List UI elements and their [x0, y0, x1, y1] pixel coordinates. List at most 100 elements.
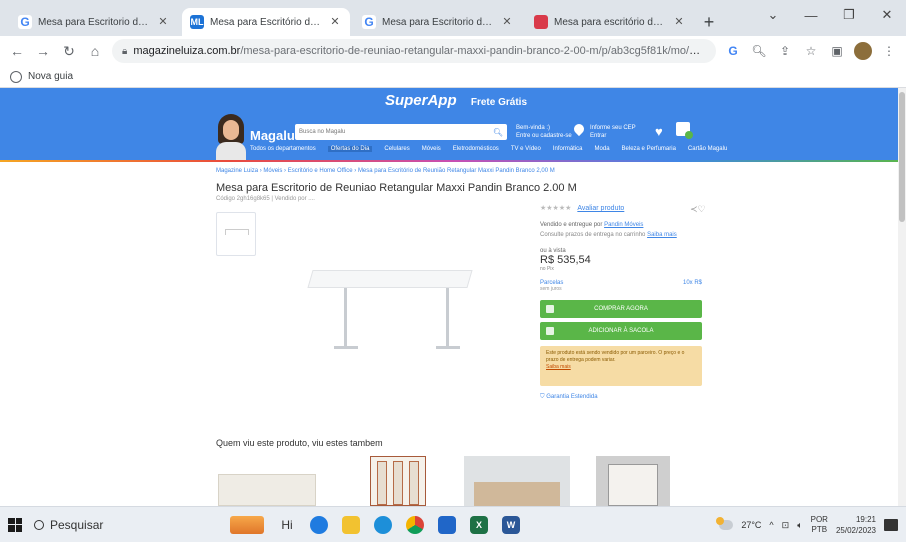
price: R$ 535,54: [540, 254, 591, 266]
close-icon[interactable]: ✕: [672, 15, 686, 29]
notice-link[interactable]: Saiba mais: [546, 364, 696, 371]
product-image[interactable]: [296, 258, 486, 368]
recommended-product[interactable]: [596, 456, 670, 506]
superapp-label: SuperApp: [384, 92, 457, 109]
volume-icon[interactable]: 🔈︎: [797, 520, 802, 531]
category-item[interactable]: Moda: [595, 146, 610, 152]
windows-start-icon[interactable]: [8, 517, 22, 532]
back-icon[interactable]: ←: [8, 42, 26, 60]
chevron-up-icon[interactable]: ^: [769, 520, 773, 530]
heart-icon[interactable]: ♥: [655, 124, 663, 139]
bookmark-star-icon[interactable]: ☆: [802, 42, 820, 60]
close-icon[interactable]: ✕: [156, 15, 170, 29]
maximize-icon[interactable]: ❐: [830, 0, 868, 30]
category-item[interactable]: Ofertas do Dia: [327, 146, 373, 152]
network-icon[interactable]: ⊡: [782, 520, 790, 531]
breadcrumb[interactable]: Magazine Luiza › Móveis › Escritório e H…: [216, 168, 555, 174]
pix-note: no Pix: [540, 266, 554, 272]
brand-stripe: [0, 160, 906, 162]
seller-link[interactable]: Pandin Móveis: [604, 222, 643, 228]
new-tab-button[interactable]: +: [698, 8, 720, 36]
cep-link[interactable]: Informe seu CEP Entrar: [590, 124, 636, 140]
search-input[interactable]: Busca no Magalu 🔍︎: [295, 124, 507, 140]
file-explorer-icon[interactable]: [342, 515, 360, 534]
store-icon[interactable]: [438, 515, 456, 534]
zoom-icon[interactable]: 🔍︎: [750, 42, 768, 60]
people-widget-icon[interactable]: [230, 515, 264, 534]
frete-gratis-label: Frete Grátis: [470, 97, 528, 108]
add-to-bag-button[interactable]: ADICIONAR À SACOLA: [540, 322, 702, 340]
delivery-info: Consulte prazos de entrega no carrinho S…: [540, 232, 677, 238]
magalu-icon: ML: [190, 15, 204, 29]
profile-avatar[interactable]: [854, 42, 872, 60]
menu-icon[interactable]: ⋮: [880, 42, 898, 60]
tab-title: Mesa para escritório de reuniã: [554, 16, 666, 28]
delivery-link[interactable]: Saiba mais: [647, 232, 677, 238]
category-item[interactable]: Móveis: [422, 146, 441, 152]
category-item[interactable]: TV e Vídeo: [511, 146, 541, 152]
chrome-icon[interactable]: [406, 515, 424, 534]
browser-tab-active[interactable]: ML Mesa para Escritório de Reunião ✕: [182, 8, 350, 36]
share-icon[interactable]: ⇪: [776, 42, 794, 60]
recommended-product[interactable]: [464, 456, 570, 506]
bag-icon: [546, 327, 554, 335]
site-header: SuperApp Frete Grátis Magalu Busca no Ma…: [0, 88, 906, 160]
weather-temp[interactable]: 27°C: [741, 520, 761, 530]
category-item[interactable]: Informática: [553, 146, 583, 152]
recommended-product[interactable]: [218, 456, 316, 506]
account-link[interactable]: Bem-vinda :) Entre ou cadastre-se: [516, 124, 572, 140]
category-item[interactable]: Celulares: [384, 146, 409, 152]
close-icon[interactable]: ✕: [500, 15, 514, 29]
tab-title: Mesa para Escritório de Reunião: [210, 16, 322, 28]
close-icon[interactable]: ✕: [328, 15, 342, 29]
seller-notice: Este produto está sendo vendido por um p…: [540, 346, 702, 386]
installments[interactable]: Parcelas sem juros 10x R$: [540, 280, 702, 292]
category-nav: Todos os departamentos Ofertas do Dia Ce…: [250, 146, 727, 152]
clock[interactable]: 19:21 25/02/2023: [836, 514, 876, 536]
weather-icon[interactable]: [716, 517, 734, 530]
buy-box: ★★★★★ Avaliar produto ≺♡ Vendido e entre…: [540, 204, 706, 401]
reviews-link[interactable]: Avaliar produto: [577, 205, 624, 212]
google-lens-icon[interactable]: G: [724, 42, 742, 60]
magalu-logo[interactable]: Magalu: [250, 128, 295, 143]
recommended-product[interactable]: [370, 456, 426, 506]
browser-tab[interactable]: G Mesa para Escritorio de Reuniao ✕: [10, 8, 178, 36]
language-indicator[interactable]: POR PTB: [811, 515, 828, 535]
app-icon[interactable]: [310, 515, 328, 534]
category-item[interactable]: Cartão Magalu: [688, 146, 727, 152]
excel-icon[interactable]: X: [470, 515, 488, 534]
url-bar[interactable]: 🔒︎ magazineluiza.com.br/mesa-para-escrit…: [112, 39, 716, 63]
url-text: magazineluiza.com.br/mesa-para-escritori…: [133, 45, 706, 57]
guarantee-link[interactable]: ⛉ Garantia Estendida: [540, 394, 702, 401]
promo-banner[interactable]: SuperApp Frete Grátis: [0, 92, 906, 109]
category-item[interactable]: Todos os departamentos: [250, 146, 316, 152]
reload-icon[interactable]: ↻: [60, 42, 78, 60]
shopping-bag-icon[interactable]: [676, 122, 693, 139]
sidepanel-icon[interactable]: ▣: [828, 42, 846, 60]
pinterest-icon: [534, 15, 548, 29]
bookmark-item[interactable]: Nova guia: [28, 71, 73, 82]
page-scrollbar[interactable]: [898, 88, 906, 506]
share-icon[interactable]: ≺♡: [690, 204, 706, 215]
taskbar-apps: Hi X W: [230, 515, 520, 534]
word-icon[interactable]: W: [502, 515, 520, 534]
product-thumbnail[interactable]: [216, 212, 256, 256]
buy-now-button[interactable]: COMPRAR AGORA: [540, 300, 702, 318]
browser-tab[interactable]: G Mesa para Escritorio de Reuniao ✕: [354, 8, 522, 36]
category-item[interactable]: Eletrodomésticos: [453, 146, 499, 152]
forward-icon[interactable]: →: [34, 42, 52, 60]
taskbar-search-label: Pesquisar: [50, 517, 104, 532]
taskbar-search[interactable]: Pesquisar: [34, 518, 204, 532]
rating-stars: ★★★★★: [540, 205, 572, 212]
category-item[interactable]: Beleza e Perfumaria: [622, 146, 676, 152]
tab-search-icon[interactable]: ⌄: [754, 0, 792, 30]
browser-tab[interactable]: Mesa para escritório de reuniã ✕: [526, 8, 694, 36]
home-icon[interactable]: ⌂: [86, 42, 104, 60]
hi-icon[interactable]: Hi: [278, 516, 296, 534]
location-pin-icon[interactable]: [571, 121, 587, 137]
close-window-icon[interactable]: ✕: [868, 0, 906, 30]
minimize-icon[interactable]: —: [792, 0, 830, 30]
search-icon[interactable]: 🔍︎: [493, 128, 503, 137]
notification-icon[interactable]: [884, 519, 898, 531]
edge-icon[interactable]: [374, 515, 392, 534]
